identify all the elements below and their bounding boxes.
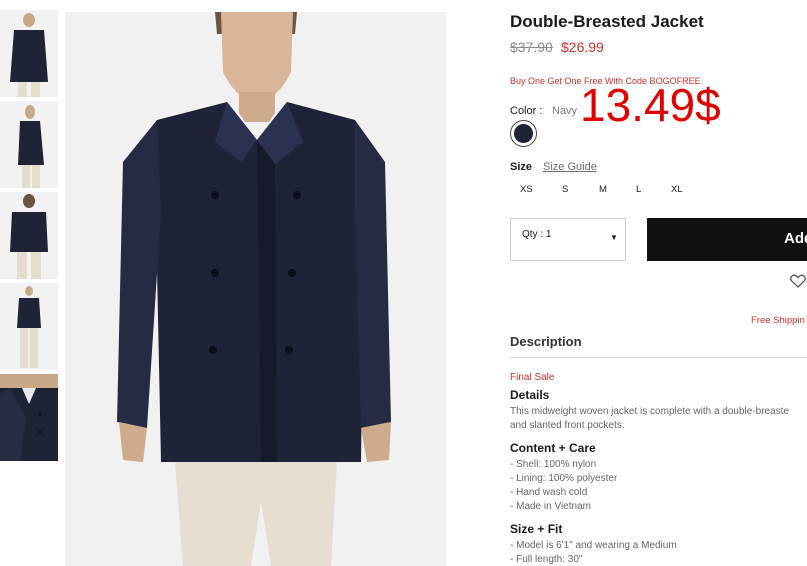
thumbnail-image [0, 101, 58, 188]
list-item: - Shell: 100% nylon [510, 459, 597, 470]
color-label: Color : [510, 105, 543, 117]
color-value: Navy [552, 105, 578, 117]
main-product-image [65, 12, 446, 566]
original-price: $37.90 [510, 39, 553, 55]
list-item: - Made in Vietnam [510, 501, 591, 512]
size-label: Size [510, 161, 533, 173]
color-swatch-navy[interactable] [510, 120, 537, 147]
size-option-m[interactable]: M [599, 184, 607, 195]
details-text: This midweight woven jacket is complete … [510, 405, 807, 433]
details-line: This midweight woven jacket is complete … [510, 406, 790, 417]
size-fit-heading: Size + Fit [510, 522, 563, 536]
size-option-xl[interactable]: XL [671, 184, 683, 195]
description-heading: Description [510, 334, 582, 349]
list-item: - Hand wash cold [510, 487, 588, 498]
list-item: - Lining: 100% polyester [510, 473, 618, 484]
model-photo [65, 12, 446, 566]
product-title: Double-Breasted Jacket [510, 12, 704, 31]
details-line: and slanted front pockets. [510, 420, 625, 431]
overlay-price-annotation: 13.49$ [580, 79, 721, 131]
caret-down-icon: ▼ [610, 233, 618, 242]
thumbnail-list [0, 10, 59, 465]
size-guide-link[interactable]: Size Guide [543, 161, 597, 173]
size-fit-list: - Model is 6'1" and wearing a Medium - F… [510, 539, 677, 566]
add-to-bag-button[interactable]: Add [647, 218, 807, 261]
quantity-select[interactable]: Qty : 1 ▼ [510, 218, 626, 261]
size-option-l[interactable]: L [636, 184, 641, 195]
list-item: - Model is 6'1" and wearing a Medium [510, 540, 677, 551]
thumbnail-back[interactable] [0, 192, 58, 279]
product-info-panel: Double-Breasted Jacket $37.90 $26.99 Buy… [510, 0, 807, 566]
thumbnail-image [0, 10, 58, 97]
thumbnail-full[interactable] [0, 283, 58, 370]
thumbnail-side[interactable] [0, 101, 58, 188]
add-button-label: Add [784, 230, 807, 247]
sale-price: $26.99 [561, 39, 604, 55]
free-shipping-text: Free Shippin [751, 315, 805, 326]
content-care-list: - Shell: 100% nylon - Lining: 100% polye… [510, 458, 617, 514]
list-item: - Full length: 30" [510, 554, 583, 565]
final-sale-label: Final Sale [510, 372, 555, 383]
size-option-xs[interactable]: XS [520, 184, 533, 195]
heart-icon[interactable] [789, 272, 807, 290]
thumbnail-detail[interactable] [0, 374, 58, 461]
thumbnail-front[interactable] [0, 10, 58, 97]
size-options: XS S M L XL [510, 184, 710, 198]
content-care-heading: Content + Care [510, 441, 596, 455]
description-divider [510, 357, 807, 358]
quantity-value: Qty : 1 [522, 229, 552, 240]
thumbnail-image [0, 192, 58, 279]
size-option-s[interactable]: S [562, 184, 568, 195]
thumbnail-image [0, 374, 58, 461]
details-heading: Details [510, 388, 550, 402]
thumbnail-image [0, 283, 58, 370]
